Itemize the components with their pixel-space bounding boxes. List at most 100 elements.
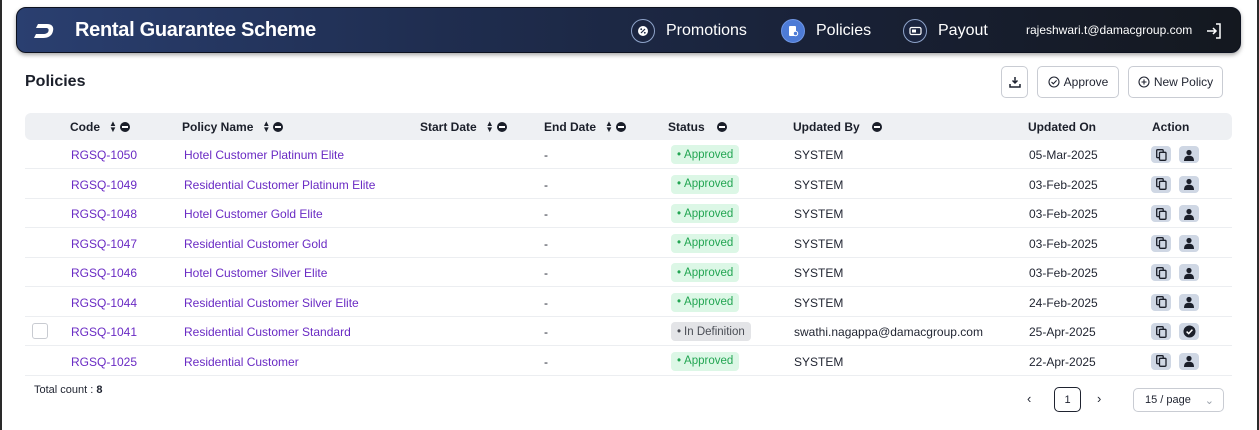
table-row[interactable]: RGSQ-1025 Residential Customer - • Approved S… [25,347,1232,376]
policy-name-link[interactable]: Residential Customer [184,355,299,369]
user-icon [1184,178,1194,190]
copy-button[interactable] [1151,323,1171,340]
updated-by-value: SYSTEM [794,266,844,280]
policy-code-link[interactable]: RGSQ-1025 [71,355,137,369]
column-header-updated-on: Updated On [1028,120,1096,134]
column-header-start-date[interactable]: Start Date ▲ ▼ [420,120,507,134]
policy-name-link[interactable]: Hotel Customer Silver Elite [184,266,327,280]
filter-icon[interactable] [273,122,284,132]
page-size-select[interactable]: 15 / page ⌄ [1133,388,1224,412]
status-label: Approved [684,296,734,308]
status-badge: • Approved [671,233,740,253]
assign-user-button[interactable] [1179,175,1199,193]
next-page-icon[interactable]: › [1097,391,1101,406]
check-circle-icon [1183,325,1195,338]
policy-name-link[interactable]: Hotel Customer Platinum Elite [184,148,344,162]
copy-icon [1155,355,1167,367]
updated-by-value: SYSTEM [794,177,844,192]
policy-code-link[interactable]: RGSQ-1048 [71,207,137,221]
table-row[interactable]: RGSQ-1044 Residential Customer Silver Eli… [25,288,1232,317]
status-badge: • In Definition [671,322,751,341]
copy-button[interactable] [1151,175,1171,193]
policy-name-link[interactable]: Hotel Customer Gold Elite [184,207,323,221]
table-row[interactable]: RGSQ-1049 Residential Customer Platinum E… [25,170,1232,199]
end-date-value: - [544,207,548,221]
policy-code-link[interactable]: RGSQ-1046 [71,266,137,280]
policy-code-link[interactable]: RGSQ-1047 [71,237,137,251]
nav-promotions[interactable]: Promotions [631,17,747,45]
copy-button[interactable] [1151,234,1171,252]
filter-icon[interactable] [716,122,727,132]
column-header-action: Action [1152,120,1190,134]
updated-on-value: 03-Feb-2025 [1029,266,1098,280]
updated-on-value: 25-Apr-2025 [1029,325,1096,339]
column-header-status[interactable]: Status [668,120,727,134]
status-dot-icon: • [677,266,682,279]
status-label: In Definition [684,325,745,338]
page-size-value: 15 / page [1145,394,1191,406]
table-row[interactable]: RGSQ-1047 Residential Customer Gold - • Appr… [25,229,1232,258]
table-row[interactable]: RGSQ-1048 Hotel Customer Gold Elite - • Appr… [25,199,1232,228]
assign-user-button[interactable] [1179,293,1199,311]
policy-code-link[interactable]: RGSQ-1050 [71,148,137,162]
end-date-value: - [544,354,548,369]
prev-page-icon[interactable]: ‹ [1027,391,1031,406]
approve-row-button[interactable] [1179,323,1199,340]
assign-user-button[interactable] [1179,234,1199,252]
updated-by-value: SYSTEM [794,295,844,310]
status-label: Approved [684,148,734,161]
policy-code-link[interactable]: RGSQ-1041 [71,325,137,339]
user-icon [1184,355,1194,367]
updated-on-value: 24-Feb-2025 [1029,295,1098,310]
page-number-button[interactable]: 1 [1054,387,1081,412]
new-policy-button[interactable]: New Policy [1128,66,1223,98]
damac-logo-icon[interactable] [33,21,55,41]
assign-user-button[interactable] [1179,264,1199,281]
policy-code-link[interactable]: RGSQ-1044 [71,296,137,310]
table-row[interactable]: RGSQ-1046 Hotel Customer Silver Elite - • Ap… [25,258,1232,287]
download-button[interactable] [1001,66,1028,98]
sort-icon[interactable]: ▲ ▼ [109,120,117,134]
sort-icon[interactable]: ▲ ▼ [605,120,613,134]
app-title: Rental Guarantee Scheme [75,19,316,41]
filter-icon[interactable] [615,122,626,132]
assign-user-button[interactable] [1179,146,1199,163]
policy-name-link[interactable]: Residential Customer Standard [184,325,351,339]
status-dot-icon: • [677,207,682,220]
copy-button[interactable] [1151,293,1171,311]
assign-user-button[interactable] [1179,352,1199,370]
policy-code-link[interactable]: RGSQ-1049 [71,178,137,192]
approve-button[interactable]: Approve [1037,66,1119,98]
column-header-policy-name[interactable]: Policy Name ▲ ▼ [182,120,284,134]
policy-name-link[interactable]: Residential Customer Platinum Elite [184,178,375,192]
table-row[interactable]: RGSQ-1041 Residential Customer Standard - •… [25,317,1232,346]
column-header-end-date[interactable]: End Date ▲ ▼ [544,120,626,134]
policy-name-link[interactable]: Residential Customer Silver Elite [184,296,359,310]
assign-user-button[interactable] [1179,205,1199,222]
logout-icon[interactable] [1205,22,1223,40]
status-badge: • Approved [671,174,740,194]
nav-policies[interactable]: Policies [781,17,871,45]
filter-icon[interactable] [496,122,507,132]
updated-on-value: 05-Mar-2025 [1029,148,1098,162]
column-header-updated-by[interactable]: Updated By [793,120,882,134]
copy-button[interactable] [1151,264,1171,281]
nav-payout[interactable]: Payout [903,17,988,45]
policy-name-link[interactable]: Residential Customer Gold [184,237,327,251]
copy-button[interactable] [1151,146,1171,163]
row-checkbox[interactable] [32,323,48,339]
filter-icon[interactable] [871,122,882,132]
status-label: Approved [684,207,734,220]
sort-icon[interactable]: ▲ ▼ [262,120,270,134]
filter-icon[interactable] [119,122,130,132]
sort-icon[interactable]: ▲ ▼ [486,120,494,134]
end-date-value: - [544,236,548,251]
promotion-icon [631,19,655,43]
status-dot-icon: • [677,148,682,161]
nav-payout-label: Payout [938,22,988,39]
copy-button[interactable] [1151,352,1171,370]
table-row[interactable]: RGSQ-1050 Hotel Customer Platinum Elite - •… [25,140,1232,169]
updated-on-value: 03-Feb-2025 [1029,207,1098,221]
copy-button[interactable] [1151,205,1171,222]
column-header-code[interactable]: Code ▲ ▼ [70,120,130,134]
